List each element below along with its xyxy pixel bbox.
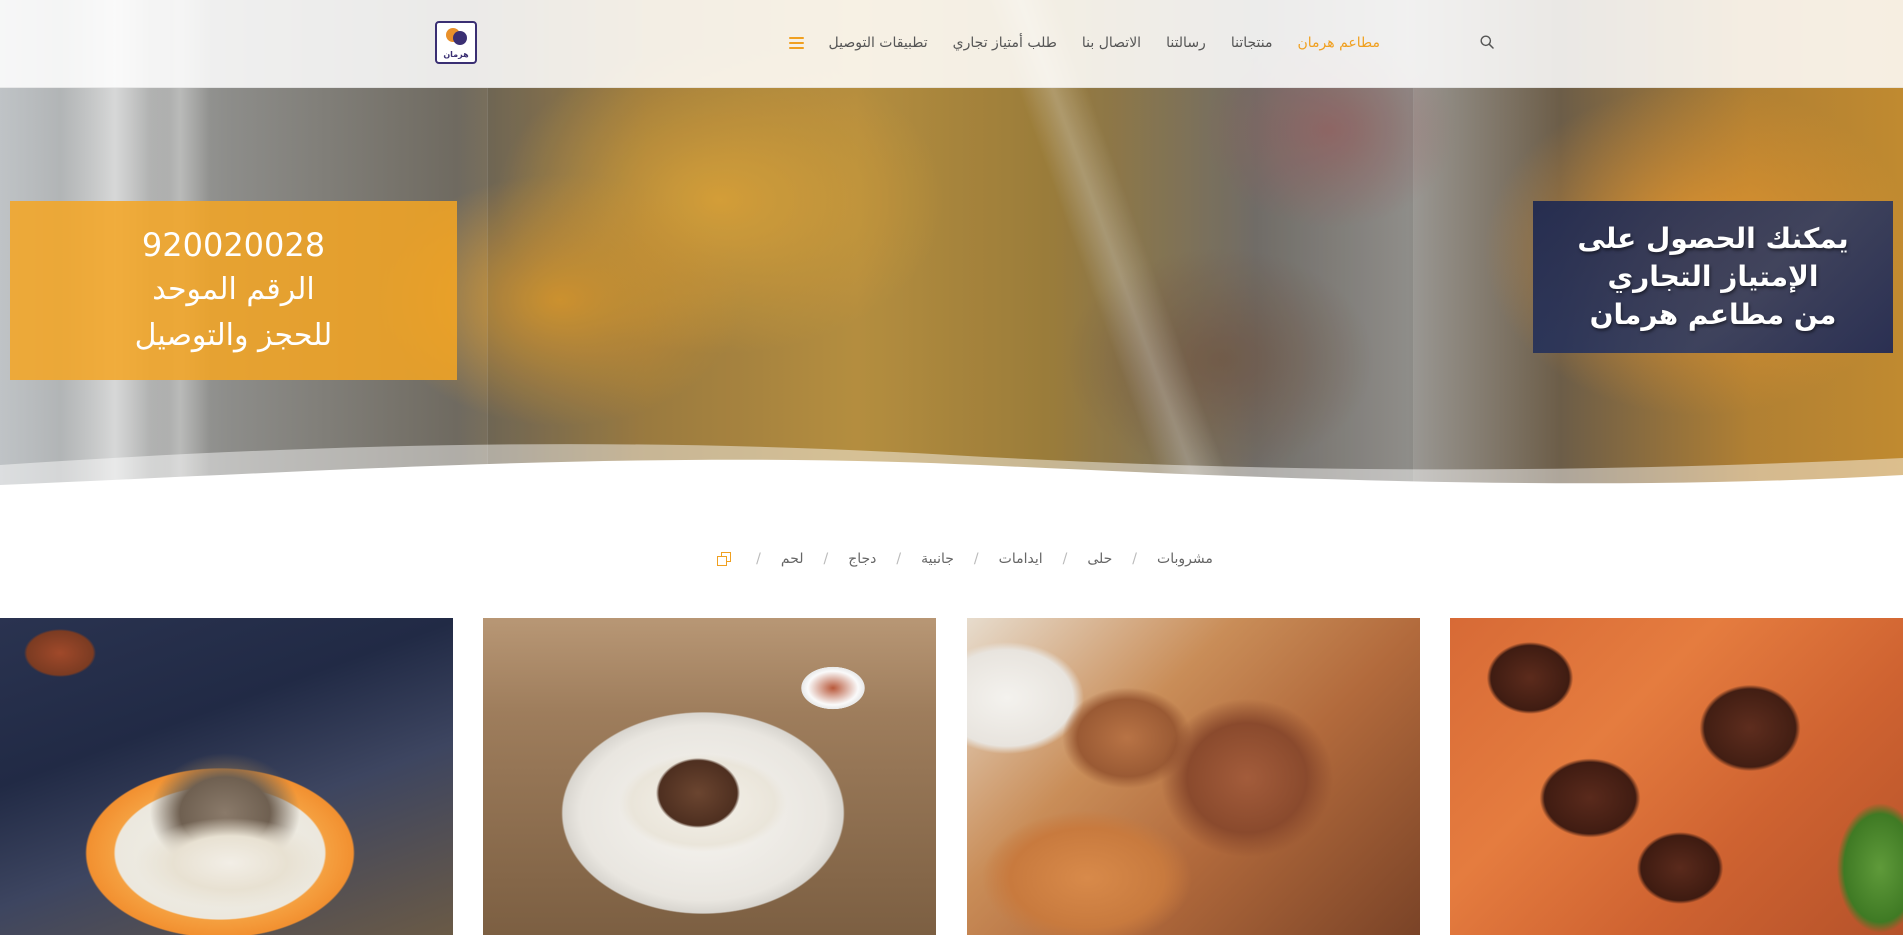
filter-meat[interactable]: لحم [781, 551, 804, 567]
product-grid [0, 618, 1903, 935]
filter-separator: / [823, 551, 829, 567]
nav-products[interactable]: منتجاتنا [1231, 35, 1273, 51]
filter-chicken[interactable]: دجاج [848, 551, 876, 567]
meat-kabsa-image [1450, 618, 1903, 935]
promo-line-1: يمكنك الحصول على [1577, 222, 1849, 255]
filter-separator: / [973, 551, 979, 567]
nav-franchise-request[interactable]: طلب أمتياز تجاري [953, 35, 1057, 51]
filter-desserts[interactable]: حلى [1087, 551, 1112, 567]
phone-label-unified: الرقم الموحد [152, 271, 315, 307]
category-filters: مشروبات / حلى / ايدامات / جانبية / دجاج … [0, 549, 1903, 569]
copy-icon[interactable] [716, 551, 732, 567]
site-logo[interactable]: هرمان [435, 21, 477, 64]
site-header: هرمان تطبيقات التوصيل طلب أمتياز تجاري ا… [0, 0, 1903, 88]
promo-line-3: من مطاعم هرمان [1589, 298, 1837, 331]
phone-callout: 920020028 الرقم الموحد للحجز والتوصيل [10, 201, 457, 380]
product-card[interactable] [967, 618, 1420, 935]
filter-separator: / [756, 551, 761, 567]
product-card[interactable] [1450, 618, 1903, 935]
phone-label-booking: للحجز والتوصيل [134, 317, 333, 353]
filter-separator: / [1062, 551, 1068, 567]
filter-separator: / [896, 551, 902, 567]
hamburger-icon[interactable] [788, 37, 804, 49]
nav-contact[interactable]: الاتصال بنا [1082, 35, 1141, 51]
logo-mark [445, 27, 467, 49]
product-card[interactable] [0, 618, 453, 935]
promo-line-2: الإمتياز التجاري [1607, 260, 1819, 293]
lamb-kabsa-image [967, 618, 1420, 935]
hero-wave-divider [0, 444, 1903, 520]
search-icon[interactable] [1480, 35, 1494, 49]
filter-drinks[interactable]: مشروبات [1157, 551, 1213, 567]
filter-separator: / [1132, 551, 1138, 567]
meat-rice-plate-image [483, 618, 936, 935]
main-nav: تطبيقات التوصيل طلب أمتياز تجاري الاتصال… [785, 33, 1380, 53]
filter-stews[interactable]: ايدامات [999, 551, 1043, 567]
phone-number[interactable]: 920020028 [142, 223, 325, 267]
nav-our-message[interactable]: رسالتنا [1166, 35, 1206, 51]
franchise-promo[interactable]: يمكنك الحصول على الإمتياز التجاري من مطا… [1533, 201, 1893, 353]
filter-sides[interactable]: جانبية [921, 551, 954, 567]
logo-text: هرمان [443, 49, 469, 59]
nav-delivery-apps[interactable]: تطبيقات التوصيل [829, 35, 928, 51]
nav-home[interactable]: مطاعم هرمان [1297, 35, 1380, 51]
lamb-rice-plate-image [0, 618, 453, 935]
product-card[interactable] [483, 618, 936, 935]
